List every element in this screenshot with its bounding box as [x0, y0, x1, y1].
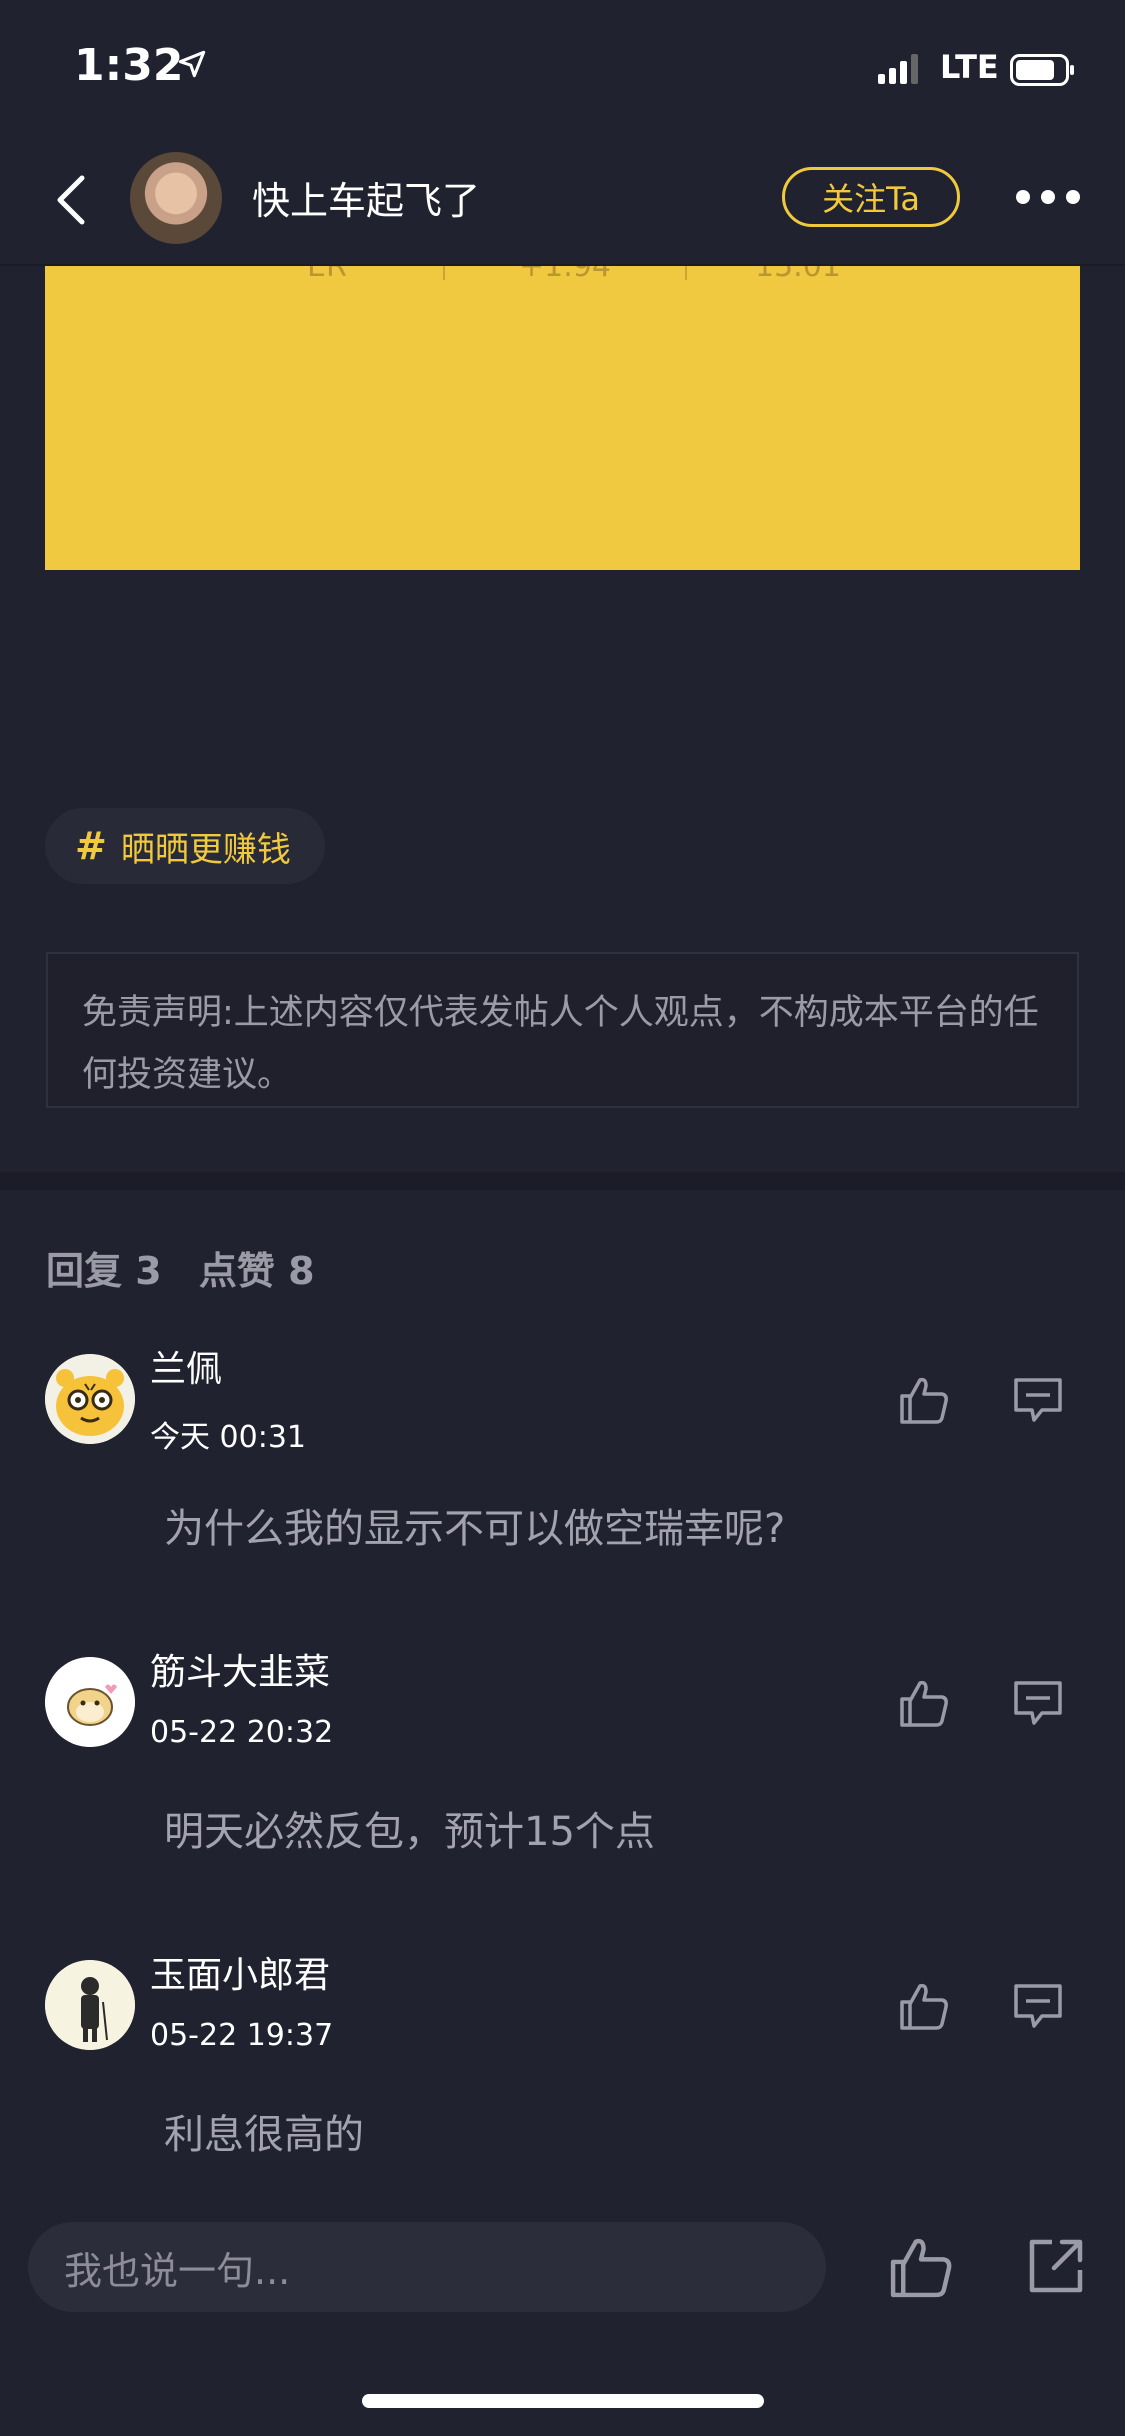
share-icon[interactable] — [1026, 2236, 1086, 2296]
reply-icon[interactable] — [1012, 1679, 1064, 1727]
image-text-3: 15.01 — [755, 266, 841, 284]
monkey-avatar[interactable] — [45, 1657, 135, 1747]
image-text-2: +1.94 — [519, 266, 611, 284]
comment-author[interactable]: 玉面小郎君 — [150, 1946, 330, 1998]
battery-icon — [1010, 54, 1074, 86]
location-arrow-icon — [178, 50, 206, 78]
comment-input[interactable]: 我也说一句... — [28, 2222, 826, 2312]
thumbs-up-icon[interactable] — [898, 1677, 950, 1729]
comment-time: 05-22 20:32 — [150, 1715, 334, 1750]
reply-count: 回复 3 — [46, 1249, 162, 1293]
comment-author[interactable]: 兰佩 — [150, 1340, 222, 1392]
image-separator — [685, 266, 687, 280]
like-count: 点赞 8 — [198, 1249, 315, 1293]
comment-text: 明天必然反包，预计15个点 — [164, 1809, 655, 1855]
reply-icon[interactable] — [1012, 1376, 1064, 1424]
post-image[interactable]: ER +1.94 15.01 — [45, 266, 1080, 570]
hash-icon: # — [75, 824, 107, 868]
back-icon[interactable] — [50, 172, 94, 228]
comment-item: 兰佩 今天 00:31 为什么我的显示不可以做空瑞幸呢? — [0, 1349, 1125, 1654]
signal-icon — [878, 52, 918, 84]
network-label: LTE — [940, 48, 999, 86]
thumbs-up-icon[interactable] — [898, 1374, 950, 1426]
section-divider — [0, 1172, 1125, 1190]
tiger-avatar[interactable] — [45, 1354, 135, 1444]
gentleman-avatar[interactable] — [45, 1960, 135, 2050]
comment-author[interactable]: 筋斗大韭菜 — [150, 1643, 330, 1695]
author-avatar[interactable] — [130, 152, 222, 244]
comment-text: 利息很高的 — [164, 2112, 364, 2158]
disclaimer: 免责声明:上述内容仅代表发帖人个人观点，不构成本平台的任何投资建议。 — [46, 952, 1079, 1108]
more-icon[interactable] — [1016, 186, 1080, 208]
thumbs-up-icon[interactable] — [898, 1980, 950, 2032]
comment-time: 05-22 19:37 — [150, 2018, 334, 2053]
comment-item: 玉面小郎君 05-22 19:37 利息很高的 — [0, 1955, 1125, 2260]
topic-tag-label: 晒晒更赚钱 — [120, 829, 291, 870]
home-indicator — [362, 2394, 764, 2408]
image-text-1: ER — [307, 266, 347, 284]
topic-tag[interactable]: # 晒晒更赚钱 — [45, 808, 325, 884]
comment-item: 筋斗大韭菜 05-22 20:32 明天必然反包，预计15个点 — [0, 1652, 1125, 1957]
comment-text: 为什么我的显示不可以做空瑞幸呢? — [164, 1506, 786, 1552]
comment-time: 今天 00:31 — [150, 1420, 306, 1455]
reply-icon[interactable] — [1012, 1982, 1064, 2030]
author-name[interactable]: 快上车起飞了 — [252, 170, 480, 225]
status-time: 1:32 — [74, 40, 184, 91]
follow-button[interactable]: 关注Ta — [782, 167, 960, 227]
image-separator — [443, 266, 445, 280]
post-stats: 回复 3 点赞 8 — [46, 1240, 339, 1295]
thumbs-up-icon[interactable] — [888, 2234, 954, 2300]
